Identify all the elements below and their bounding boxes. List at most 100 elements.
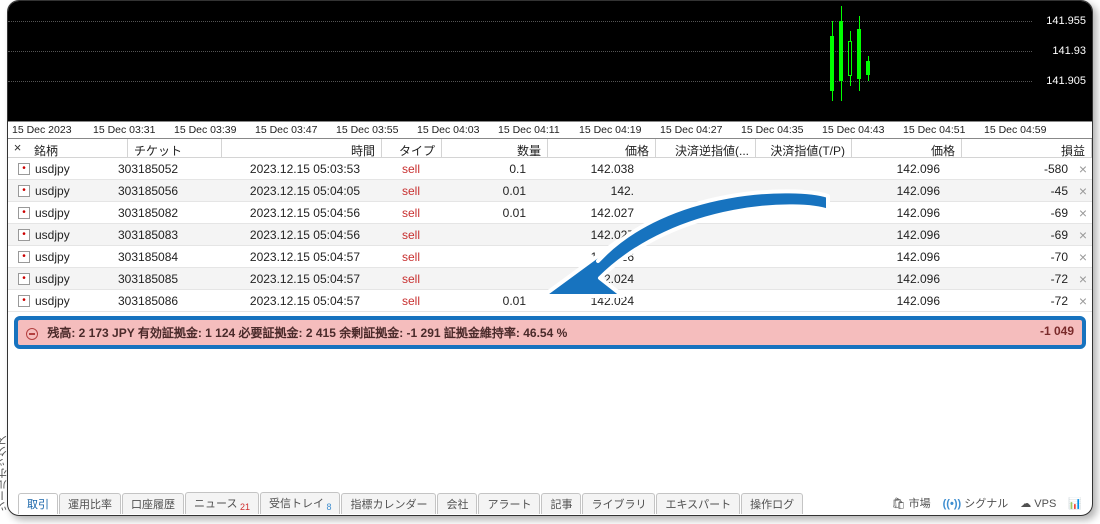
cell-symbol: usdjpy	[35, 228, 70, 242]
cell-current: 142.096	[836, 250, 946, 264]
tab-操作ログ[interactable]: 操作ログ	[741, 493, 803, 514]
symbol-icon: •	[18, 207, 30, 219]
xtick-label: 15 Dec 04:03	[417, 122, 498, 138]
close-trade-icon[interactable]: ×	[1074, 205, 1092, 221]
table-row[interactable]: •usdjpy3031850842023.12.15 05:04:57sell1…	[8, 246, 1092, 268]
col-pl[interactable]: 損益	[962, 139, 1092, 157]
cell-volume: 0.1	[426, 162, 532, 176]
app-window: 141.955 141.93 141.905 15 Dec 2023 15 De…	[7, 0, 1093, 516]
table-row[interactable]: •usdjpy3031850832023.12.15 05:04:56sell1…	[8, 224, 1092, 246]
cell-pl: -72	[946, 294, 1074, 308]
xtick-label: 15 Dec 04:59	[984, 122, 1065, 138]
col-ticket[interactable]: チケット	[128, 139, 222, 157]
cell-ticket: 303185083	[112, 228, 206, 242]
cell-current: 142.096	[836, 294, 946, 308]
ytick-label: 141.955	[1046, 15, 1086, 27]
cell-time: 2023.12.15 05:04:57	[206, 294, 366, 308]
table-row[interactable]: •usdjpy3031850822023.12.15 05:04:56sell0…	[8, 202, 1092, 224]
close-trade-icon[interactable]: ×	[1074, 183, 1092, 199]
col-time[interactable]: 時間	[222, 139, 382, 157]
xtick-label: 15 Dec 04:43	[822, 122, 903, 138]
xtick-label: 15 Dec 03:55	[336, 122, 417, 138]
chart-panel[interactable]: 141.955 141.93 141.905	[8, 1, 1092, 121]
cell-ticket: 303185086	[112, 294, 206, 308]
tab-指標カレンダー[interactable]: 指標カレンダー	[341, 493, 436, 514]
summary-total: -1 049	[1040, 324, 1074, 341]
symbol-icon: •	[18, 295, 30, 307]
close-trade-icon[interactable]: ×	[1074, 271, 1092, 287]
table-row[interactable]: •usdjpy3031850852023.12.15 05:04:57sell1…	[8, 268, 1092, 290]
tab-運用比率[interactable]: 運用比率	[59, 493, 121, 514]
cell-price: 142.027	[532, 228, 640, 242]
cell-symbol: usdjpy	[35, 184, 70, 198]
signal-icon: ((•))	[943, 498, 962, 510]
tab-会社[interactable]: 会社	[437, 493, 477, 514]
cell-symbol: usdjpy	[35, 250, 70, 264]
vps-button[interactable]: ☁ VPS	[1014, 497, 1062, 510]
market-button[interactable]: 🛍 市場	[886, 495, 937, 511]
close-icon[interactable]: ×	[11, 142, 24, 155]
extra-icon[interactable]: 📊	[1062, 497, 1088, 510]
cell-pl: -45	[946, 184, 1074, 198]
cell-price: 142.024	[532, 272, 640, 286]
xtick-label: 15 Dec 03:39	[174, 122, 255, 138]
tab-ニュース[interactable]: ニュース 21	[185, 492, 259, 514]
tab-取引[interactable]: 取引	[18, 493, 58, 514]
bottom-tabs: 取引運用比率口座履歴ニュース 21受信トレイ 8指標カレンダー会社アラート記事ラ…	[18, 493, 1088, 513]
market-label: 市場	[909, 498, 931, 510]
account-summary-row[interactable]: 残高: 2 173 JPY 有効証拠金: 1 124 必要証拠金: 2 415 …	[14, 316, 1086, 349]
col-volume[interactable]: 数量	[442, 139, 548, 157]
cell-time: 2023.12.15 05:04:57	[206, 272, 366, 286]
xtick-label: 15 Dec 04:27	[660, 122, 741, 138]
cell-symbol: usdjpy	[35, 294, 70, 308]
tab-エキスパート[interactable]: エキスパート	[656, 493, 740, 514]
signal-button[interactable]: ((•)) シグナル	[937, 495, 1015, 511]
cell-pl: -580	[946, 162, 1074, 176]
symbol-icon: •	[18, 229, 30, 241]
tab-口座履歴[interactable]: 口座履歴	[122, 493, 184, 514]
cell-symbol: usdjpy	[35, 272, 70, 286]
cell-pl: -69	[946, 228, 1074, 242]
table-row[interactable]: •usdjpy3031850862023.12.15 05:04:57sell0…	[8, 290, 1092, 312]
col-sl[interactable]: 決済逆指値(...	[656, 139, 756, 157]
close-trade-icon[interactable]: ×	[1074, 161, 1092, 177]
cell-ticket: 303185052	[112, 162, 206, 176]
cell-symbol: usdjpy	[35, 162, 70, 176]
cell-ticket: 303185056	[112, 184, 206, 198]
col-current[interactable]: 価格	[852, 139, 962, 157]
cell-price: 142.038	[532, 162, 640, 176]
table-header: 銘柄 チケット 時間 タイプ 数量 価格 決済逆指値(... 決済指値(T/P)…	[8, 139, 1092, 158]
cell-current: 142.096	[836, 272, 946, 286]
signal-label: シグナル	[964, 498, 1008, 510]
xtick-label: 15 Dec 04:11	[498, 122, 579, 138]
col-type[interactable]: タイプ	[382, 139, 442, 157]
col-tp[interactable]: 決済指値(T/P)	[756, 139, 852, 157]
xtick-label: 15 Dec 04:19	[579, 122, 660, 138]
summary-text: 残高: 2 173 JPY 有効証拠金: 1 124 必要証拠金: 2 415 …	[47, 326, 567, 340]
tab-ライブラリ[interactable]: ライブラリ	[582, 493, 655, 514]
cell-ticket: 303185085	[112, 272, 206, 286]
cell-current: 142.096	[836, 206, 946, 220]
table-row[interactable]: •usdjpy3031850562023.12.15 05:04:05sell0…	[8, 180, 1092, 202]
tab-受信トレイ[interactable]: 受信トレイ 8	[260, 492, 341, 514]
xtick-label: 15 Dec 2023	[12, 122, 93, 138]
tab-記事[interactable]: 記事	[541, 493, 581, 514]
cell-type: sell	[366, 294, 426, 308]
cell-type: sell	[366, 206, 426, 220]
cell-current: 142.096	[836, 228, 946, 242]
col-symbol[interactable]: 銘柄	[28, 139, 128, 157]
cell-time: 2023.12.15 05:04:56	[206, 206, 366, 220]
close-trade-icon[interactable]: ×	[1074, 249, 1092, 265]
col-price[interactable]: 価格	[548, 139, 656, 157]
cell-type: sell	[366, 184, 426, 198]
cell-volume: 0.01	[426, 206, 532, 220]
close-trade-icon[interactable]: ×	[1074, 227, 1092, 243]
cell-price: 142.	[532, 184, 640, 198]
close-trade-icon[interactable]: ×	[1074, 293, 1092, 309]
tab-アラート[interactable]: アラート	[478, 493, 540, 514]
cell-ticket: 303185082	[112, 206, 206, 220]
table-row[interactable]: •usdjpy3031850522023.12.15 05:03:53sell0…	[8, 158, 1092, 180]
cell-type: sell	[366, 228, 426, 242]
ytick-label: 141.905	[1046, 75, 1086, 87]
symbol-icon: •	[18, 185, 30, 197]
